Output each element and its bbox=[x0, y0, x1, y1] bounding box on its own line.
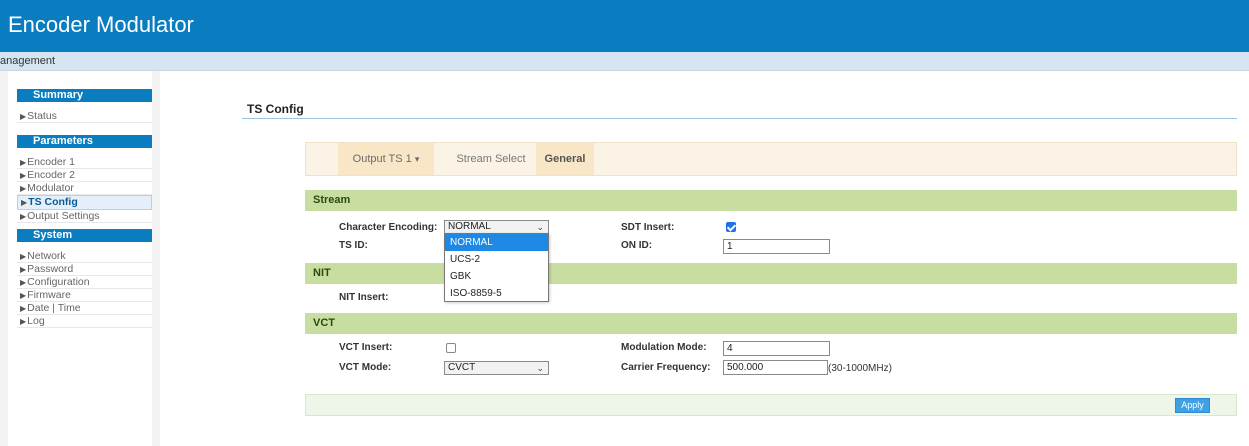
character-encoding-label: Character Encoding: bbox=[339, 222, 438, 233]
triangle-icon: ▶ bbox=[20, 304, 27, 313]
sidebar-item-encoder-1[interactable]: ▶Encoder 1 bbox=[17, 156, 152, 169]
sidebar-item-date-time[interactable]: ▶Date | Time bbox=[17, 302, 152, 315]
on-id-label: ON ID: bbox=[621, 240, 653, 251]
vct-insert-checkbox[interactable] bbox=[446, 343, 456, 353]
carrier-frequency-input[interactable]: 500.000 bbox=[723, 360, 828, 375]
menu-item-management[interactable]: anagement bbox=[0, 55, 55, 67]
chevron-down-icon: ⌄ bbox=[536, 222, 544, 232]
title-divider bbox=[242, 118, 1237, 119]
tab-bar: Output TS 1 ▾ Stream Select General bbox=[305, 142, 1237, 176]
triangle-icon: ▶ bbox=[20, 171, 27, 180]
carrier-frequency-label: Carrier Frequency: bbox=[621, 362, 711, 373]
section-header-vct: VCT bbox=[305, 313, 1237, 334]
sidebar-item-output-settings[interactable]: ▶Output Settings bbox=[17, 210, 152, 223]
chevron-down-icon: ⌄ bbox=[536, 363, 544, 373]
sidebar-item-ts-config[interactable]: ▶TS Config bbox=[17, 195, 152, 210]
sidebar-item-status[interactable]: ▶Status bbox=[17, 110, 152, 123]
triangle-icon: ▶ bbox=[20, 212, 27, 221]
tab-general[interactable]: General bbox=[536, 143, 594, 175]
vct-insert-label: VCT Insert: bbox=[339, 342, 393, 353]
character-encoding-select[interactable]: NORMAL ⌄ bbox=[444, 220, 549, 234]
action-bar bbox=[305, 394, 1237, 416]
nit-insert-label: NIT Insert: bbox=[339, 292, 389, 303]
encoding-option-ucs-2[interactable]: UCS-2 bbox=[445, 251, 548, 268]
sidebar-item-password[interactable]: ▶Password bbox=[17, 263, 152, 276]
encoding-option-normal[interactable]: NORMAL bbox=[445, 234, 548, 251]
page-title: TS Config bbox=[247, 102, 304, 116]
modulation-mode-input[interactable]: 4 bbox=[723, 341, 830, 356]
vct-mode-label: VCT Mode: bbox=[339, 362, 392, 373]
ts-id-label: TS ID: bbox=[339, 240, 368, 251]
sidebar: Summary ▶Status Parameters ▶Encoder 1 ▶E… bbox=[17, 89, 152, 328]
apply-button[interactable]: Apply bbox=[1175, 398, 1210, 413]
menu-bar: anagement bbox=[0, 52, 1249, 71]
triangle-icon: ▶ bbox=[20, 265, 27, 274]
sidebar-section-system: System bbox=[17, 229, 152, 242]
carrier-frequency-range: (30-1000MHz) bbox=[828, 363, 892, 374]
left-gutter bbox=[0, 71, 8, 446]
triangle-icon: ▶ bbox=[20, 112, 27, 121]
caret-down-icon: ▾ bbox=[414, 154, 420, 164]
sidebar-item-log[interactable]: ▶Log bbox=[17, 315, 152, 328]
section-header-stream: Stream bbox=[305, 190, 1237, 211]
sdt-insert-label: SDT Insert: bbox=[621, 222, 675, 233]
encoding-option-gbk[interactable]: GBK bbox=[445, 268, 548, 285]
triangle-icon: ▶ bbox=[21, 198, 28, 207]
tab-output-ts[interactable]: Output TS 1 ▾ bbox=[338, 143, 434, 175]
triangle-icon: ▶ bbox=[20, 291, 27, 300]
vct-mode-select[interactable]: CVCT ⌄ bbox=[444, 361, 549, 375]
app-header: Encoder Modulator bbox=[0, 0, 1249, 52]
triangle-icon: ▶ bbox=[20, 158, 27, 167]
encoding-option-iso-8859-5[interactable]: ISO-8859-5 bbox=[445, 285, 548, 302]
sidebar-section-summary: Summary bbox=[17, 89, 152, 102]
on-id-input[interactable]: 1 bbox=[723, 239, 830, 254]
sdt-insert-checkbox[interactable] bbox=[726, 222, 736, 232]
sidebar-item-network[interactable]: ▶Network bbox=[17, 250, 152, 263]
sidebar-item-modulator[interactable]: ▶Modulator bbox=[17, 182, 152, 195]
modulation-mode-label: Modulation Mode: bbox=[621, 342, 707, 353]
triangle-icon: ▶ bbox=[20, 252, 27, 261]
triangle-icon: ▶ bbox=[20, 184, 27, 193]
app-title: Encoder Modulator bbox=[8, 12, 194, 37]
triangle-icon: ▶ bbox=[20, 317, 27, 326]
sidebar-item-firmware[interactable]: ▶Firmware bbox=[17, 289, 152, 302]
sidebar-section-parameters: Parameters bbox=[17, 135, 152, 148]
triangle-icon: ▶ bbox=[20, 278, 27, 287]
sidebar-item-configuration[interactable]: ▶Configuration bbox=[17, 276, 152, 289]
sidebar-divider bbox=[152, 71, 160, 446]
sidebar-item-encoder-2[interactable]: ▶Encoder 2 bbox=[17, 169, 152, 182]
character-encoding-dropdown-list: NORMAL UCS-2 GBK ISO-8859-5 bbox=[444, 233, 549, 302]
tab-stream-select[interactable]: Stream Select bbox=[446, 143, 536, 175]
